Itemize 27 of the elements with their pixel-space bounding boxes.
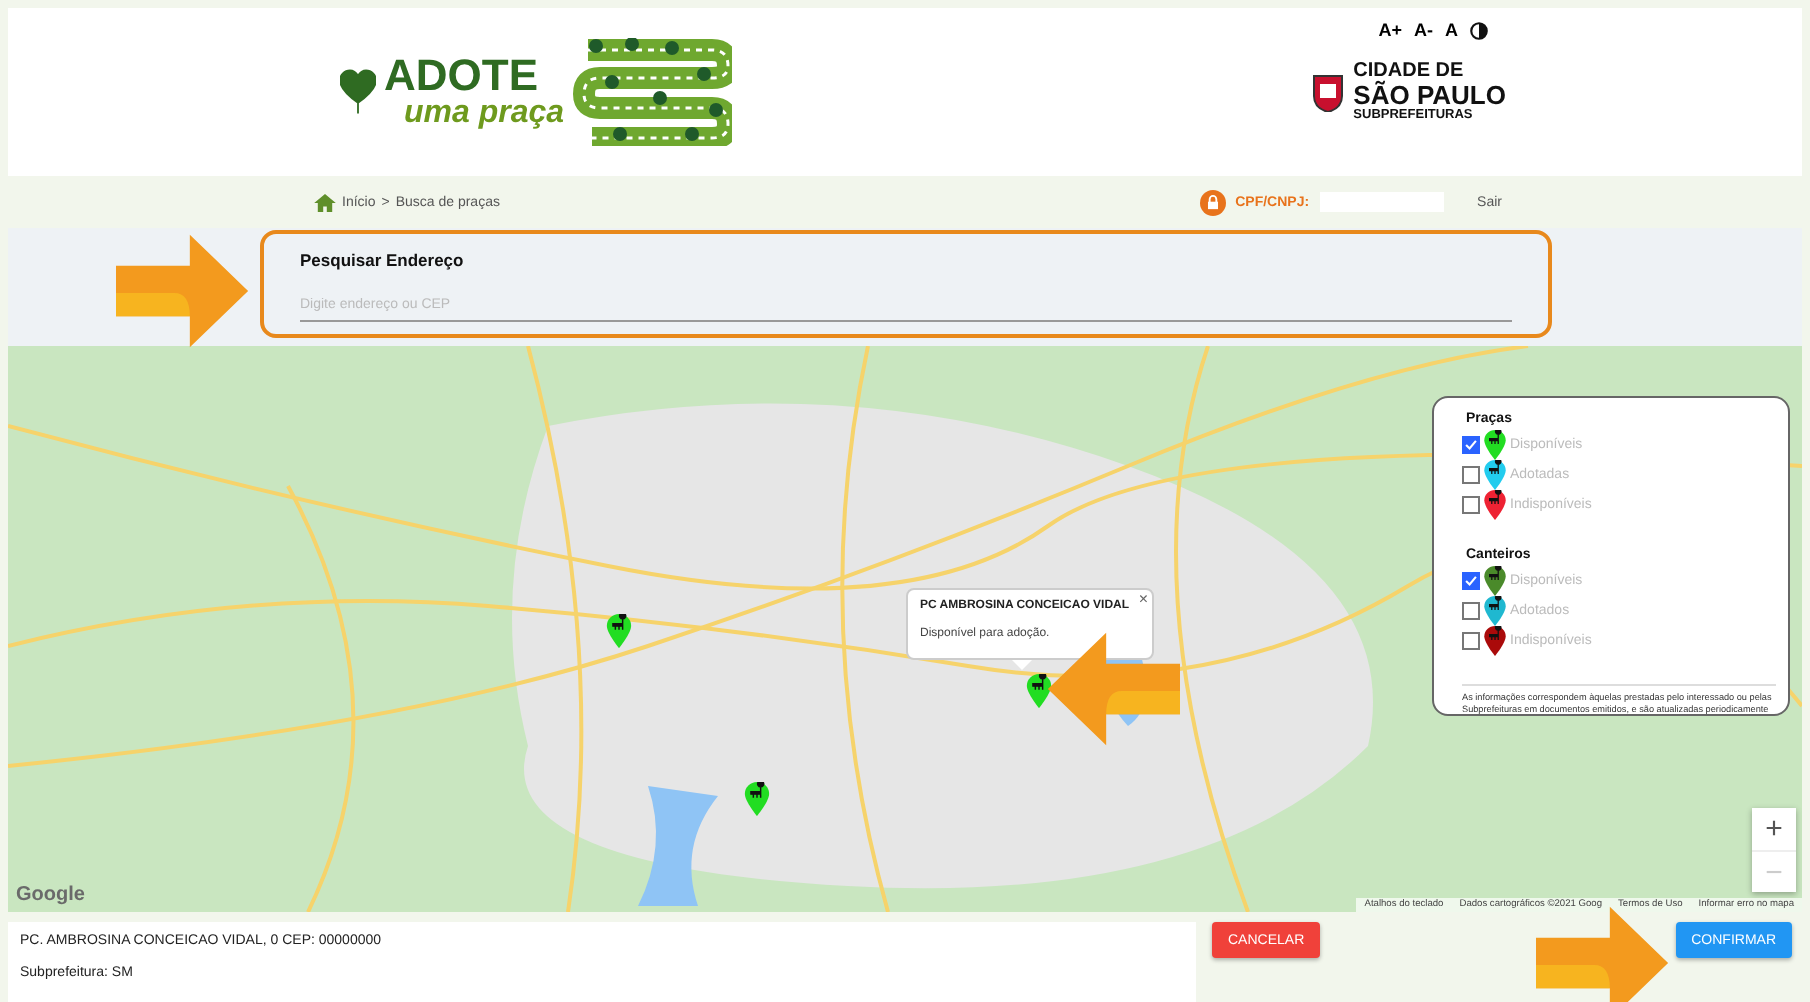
map-marker-icon	[1026, 674, 1052, 708]
close-button[interactable]: ×	[1138, 592, 1148, 608]
map-marker-icon	[744, 782, 770, 816]
font-size-button[interactable]: A	[1445, 20, 1458, 40]
coat-of-arms-icon	[1311, 71, 1344, 112]
logo-subtitle: uma praça	[404, 98, 565, 130]
checkbox[interactable]	[1462, 436, 1480, 454]
checkbox[interactable]	[1462, 602, 1480, 620]
logo-title: ADOTE	[384, 54, 540, 98]
checkbox[interactable]	[1462, 466, 1480, 484]
home-icon[interactable]	[314, 193, 336, 211]
city-logo-text: CIDADE DE	[1353, 61, 1466, 82]
checkbox[interactable]	[1462, 632, 1480, 650]
checkbox[interactable]	[1462, 572, 1480, 590]
font-size-button[interactable]: A-	[1414, 20, 1433, 40]
map-marker-icon	[606, 614, 632, 648]
lock-icon	[1199, 189, 1226, 215]
annotation-arrow	[116, 234, 252, 348]
contrast-icon[interactable]	[1470, 21, 1488, 39]
checkbox[interactable]	[1462, 496, 1480, 514]
city-logo-text: SÃO PAULO	[1353, 82, 1506, 110]
heart-icon	[340, 68, 376, 116]
map-logo: Google	[16, 884, 85, 906]
annotation-arrow	[1536, 906, 1672, 1002]
search-title: Pesquisar Endereço	[300, 250, 466, 270]
zoom-in-button[interactable]: +	[1752, 808, 1796, 850]
font-size-button[interactable]: A+	[1378, 20, 1402, 40]
